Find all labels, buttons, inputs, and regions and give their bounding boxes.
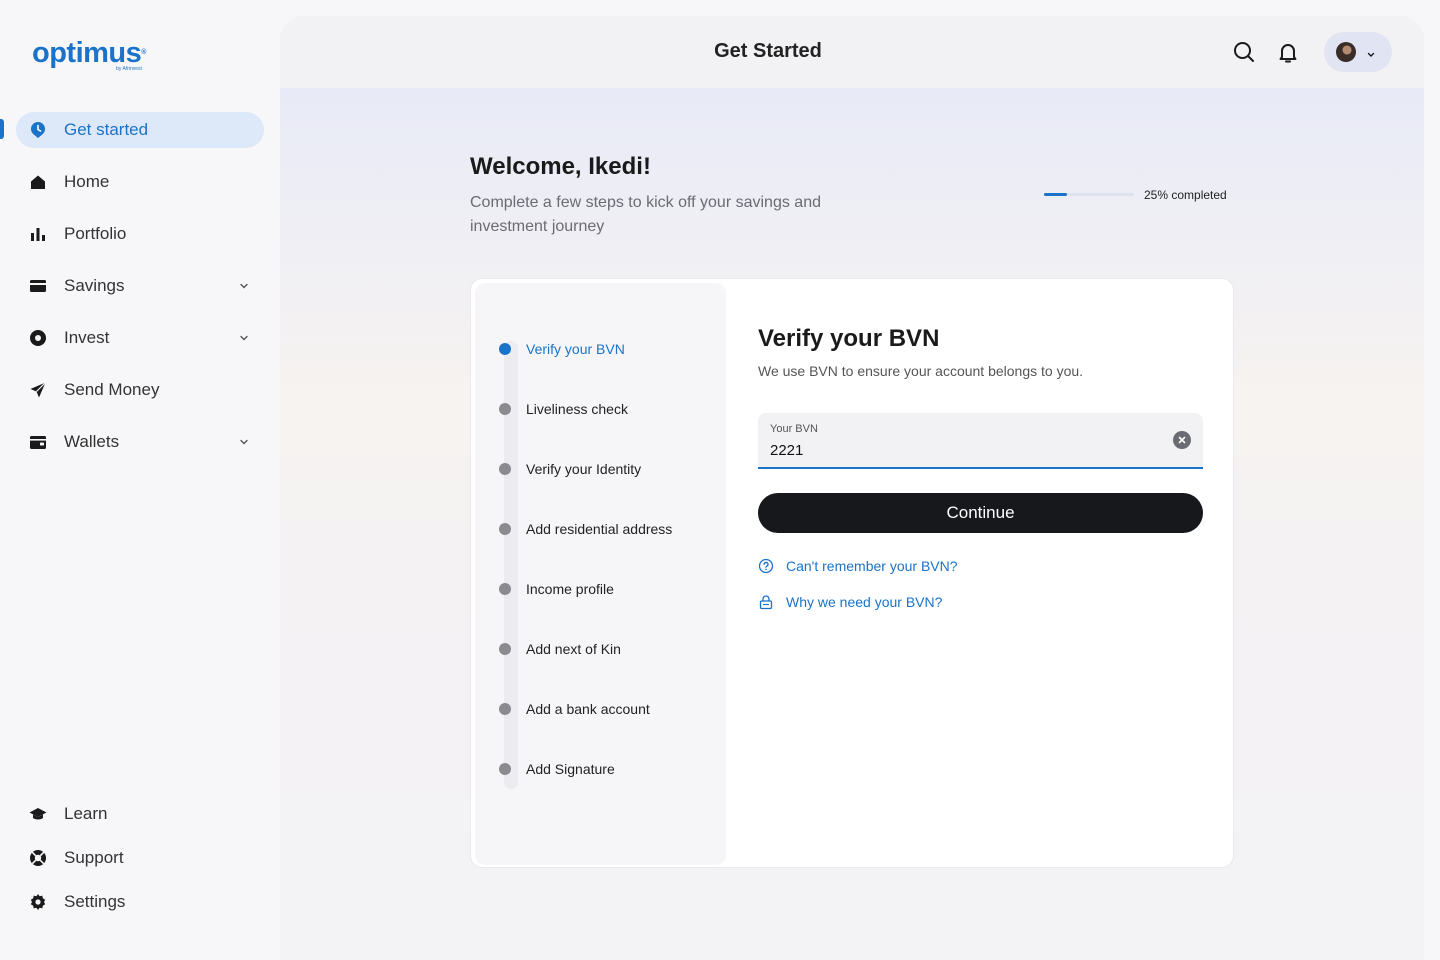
sidebar-item-label: Settings (64, 892, 126, 911)
sidebar-item-invest[interactable]: Invest (16, 320, 264, 356)
sidebar-item-label: Invest (64, 328, 110, 347)
main-content: Get Started Welcome, Ikedi! Complete a f… (280, 16, 1424, 960)
search-icon[interactable] (1232, 40, 1256, 64)
profile-menu-button[interactable] (1324, 32, 1392, 72)
step-label: Add Signature (526, 761, 615, 777)
bell-icon[interactable] (1276, 40, 1300, 64)
sidebar-item-savings[interactable]: Savings (16, 268, 264, 304)
step-dot (499, 703, 511, 715)
step-label: Liveliness check (526, 401, 628, 417)
help-link-label: Can't remember your BVN? (786, 558, 958, 574)
home-icon (29, 173, 47, 191)
onboarding-card: Verify your BVN Liveliness check Verify … (470, 278, 1234, 868)
continue-button[interactable]: Continue (758, 493, 1203, 533)
welcome-subtitle: Complete a few steps to kick off your sa… (470, 194, 821, 235)
page-title: Get Started (714, 40, 822, 62)
bvn-input[interactable] (770, 439, 1150, 461)
clock-pin-icon (29, 121, 47, 139)
sidebar-item-label: Wallets (64, 432, 120, 451)
step-next-of-kin[interactable]: Add next of Kin (499, 639, 621, 659)
card-icon (29, 277, 47, 295)
bvn-field-label: Your BVN (770, 423, 818, 435)
form-title: Verify your BVN (758, 325, 940, 352)
steps-panel: Verify your BVN Liveliness check Verify … (475, 283, 726, 865)
step-income-profile[interactable]: Income profile (499, 579, 614, 599)
welcome-title: Welcome, Ikedi! (470, 153, 651, 180)
step-dot (499, 523, 511, 535)
active-nav-marker (0, 119, 4, 139)
question-circle-icon (758, 558, 774, 574)
avatar (1336, 42, 1356, 62)
sidebar-item-label: Portfolio (64, 224, 127, 243)
sidebar-item-portfolio[interactable]: Portfolio (16, 216, 264, 252)
progress-label: 25% completed (1144, 188, 1227, 202)
brand-name: optimus® (32, 37, 146, 69)
step-dot (499, 343, 511, 355)
lifebuoy-icon (29, 849, 47, 867)
sidebar-item-label: Get started (64, 120, 149, 139)
sidebar-item-wallets[interactable]: Wallets (16, 424, 264, 460)
progress-fill (1044, 193, 1067, 196)
top-bar: Get Started (280, 16, 1424, 88)
step-label: Add a bank account (526, 701, 650, 717)
step-bank-account[interactable]: Add a bank account (499, 699, 650, 719)
forgot-bvn-link[interactable]: Can't remember your BVN? (758, 558, 958, 574)
lock-icon (758, 594, 774, 610)
sidebar-item-home[interactable]: Home (16, 164, 264, 200)
step-dot (499, 403, 511, 415)
step-label: Add next of Kin (526, 641, 621, 657)
sidebar-item-settings[interactable]: Settings (16, 884, 264, 920)
why-bvn-link[interactable]: Why we need your BVN? (758, 594, 942, 610)
step-verify-identity[interactable]: Verify your Identity (499, 459, 641, 479)
step-label: Verify your BVN (526, 341, 625, 357)
step-dot (499, 463, 511, 475)
graduation-cap-icon (29, 805, 47, 823)
sidebar-item-label: Home (64, 172, 110, 191)
step-dot (499, 583, 511, 595)
sidebar-item-learn[interactable]: Learn (16, 796, 264, 832)
sidebar-item-label: Learn (64, 804, 108, 823)
step-label: Add residential address (526, 521, 673, 537)
gear-icon (29, 893, 47, 911)
sidebar-item-send-money[interactable]: Send Money (16, 372, 264, 408)
step-label: Verify your Identity (526, 461, 642, 477)
sidebar-item-label: Support (64, 848, 124, 867)
step-verify-bvn[interactable]: Verify your BVN (499, 339, 625, 359)
chevron-down-icon[interactable] (238, 279, 250, 291)
chevron-down-icon[interactable] (238, 331, 250, 343)
bvn-field: Your BVN (758, 413, 1203, 469)
step-signature[interactable]: Add Signature (499, 759, 615, 779)
progress-bar (1044, 193, 1134, 196)
step-label: Income profile (526, 581, 614, 597)
brand-logo[interactable]: optimus® by Afrinvest (32, 38, 146, 72)
step-dot (499, 643, 511, 655)
wallet-icon (29, 433, 47, 451)
form-subtitle: We use BVN to ensure your account belong… (758, 363, 1084, 379)
main-nav: Get started Home Portfolio Savings Inves… (16, 112, 264, 476)
target-icon (29, 329, 47, 347)
secondary-nav: Learn Support Settings (16, 796, 264, 928)
step-dot (499, 763, 511, 775)
sidebar-item-support[interactable]: Support (16, 840, 264, 876)
send-icon (29, 381, 47, 399)
sidebar-item-get-started[interactable]: Get started (16, 112, 264, 148)
chevron-down-icon[interactable] (238, 435, 250, 447)
sidebar-item-label: Send Money (64, 380, 160, 399)
step-liveliness-check[interactable]: Liveliness check (499, 399, 628, 419)
step-residential-address[interactable]: Add residential address (499, 519, 672, 539)
chevron-down-icon (1366, 47, 1376, 57)
bar-chart-icon (29, 225, 47, 243)
clear-icon[interactable] (1173, 431, 1191, 449)
sidebar-item-label: Savings (64, 276, 125, 295)
help-link-label: Why we need your BVN? (786, 594, 943, 610)
sidebar: optimus® by Afrinvest Get started Home P… (0, 0, 280, 960)
brand-tagline: by Afrinvest (116, 66, 142, 72)
